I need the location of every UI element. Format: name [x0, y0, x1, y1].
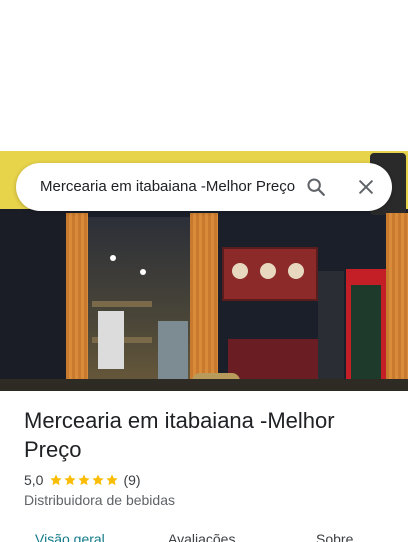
place-category[interactable]: Distribuidora de bebidas [24, 492, 175, 508]
tab-reviews[interactable]: Avaliações [168, 530, 235, 542]
place-tabs: Visão geral Avaliações Sobre [0, 530, 408, 542]
star-icon [50, 474, 63, 486]
tab-about[interactable]: Sobre [316, 530, 353, 542]
place-title: Mercearia em itabaiana -Melhor Preço [24, 408, 335, 462]
place-page: Mercearia em itabaiana -Melhor Preço Mer… [0, 0, 408, 542]
star-icon [64, 474, 77, 486]
rating-stars [49, 473, 119, 487]
search-input[interactable]: Mercearia em itabaiana -Melhor Preço [40, 177, 304, 197]
star-icon [78, 474, 91, 486]
close-button[interactable] [352, 173, 380, 201]
review-count[interactable]: (9) [123, 472, 140, 488]
star-icon [92, 474, 105, 486]
star-icon [106, 474, 119, 486]
close-icon [359, 180, 373, 194]
tab-overview[interactable]: Visão geral [35, 530, 105, 542]
search-button[interactable] [302, 173, 330, 201]
rating-row[interactable]: 5,0 (9) [24, 471, 141, 489]
rating-value: 5,0 [24, 472, 44, 488]
search-bar[interactable]: Mercearia em itabaiana -Melhor Preço [16, 163, 392, 211]
search-icon [307, 178, 325, 196]
